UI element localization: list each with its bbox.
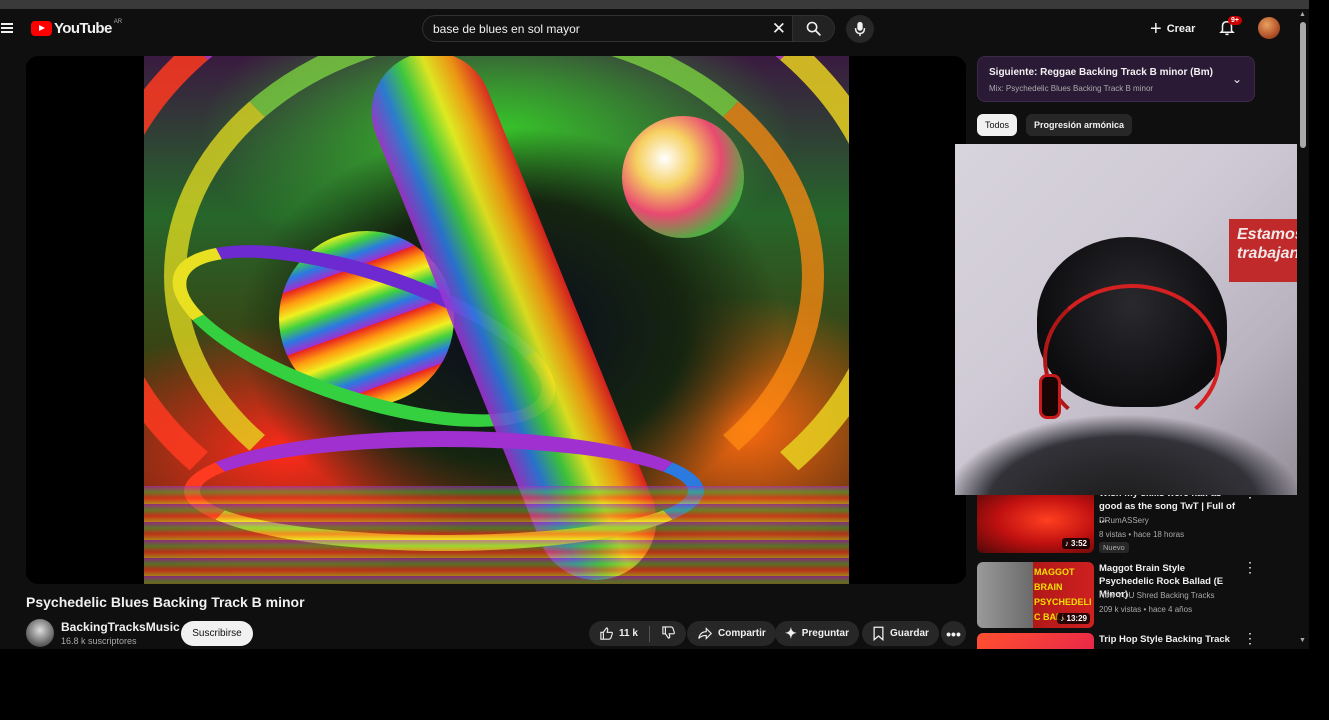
duration-badge: ♪ 13:29 [1057, 613, 1090, 624]
recommendation-item[interactable]: MAGGOT BRAIN PSYCHEDELIC BALL ♪ 13:29 Ma… [977, 560, 1257, 628]
account-avatar[interactable] [1258, 17, 1280, 39]
plus-icon: + [1150, 18, 1162, 40]
webcam-overlay: Estamos trabajando [955, 144, 1309, 495]
video-title: Psychedelic Blues Backing Track B minor [26, 594, 305, 610]
scrollbar-thumb[interactable] [1300, 22, 1306, 148]
video-thumbnail[interactable] [977, 633, 1094, 649]
scroll-down-arrow[interactable]: ▼ [1299, 637, 1306, 644]
more-vertical-icon[interactable]: ⋮ [1243, 560, 1257, 574]
video-frame-psychedelic-art [144, 56, 849, 584]
channel-name[interactable]: BackingTracksMusic [61, 620, 180, 634]
page-scrollbar[interactable]: ▲ ▼ [1297, 9, 1309, 649]
save-button[interactable]: Guardar [862, 621, 939, 646]
search-button[interactable] [793, 15, 835, 42]
recommendation-channel[interactable]: DRumASSery [1099, 516, 1149, 525]
sparkle-icon: ✦ [785, 625, 797, 641]
ask-label: Preguntar [801, 628, 849, 639]
recommendation-meta: 209 k vistas • hace 4 años [1099, 605, 1193, 614]
menu-icon[interactable] [1, 23, 13, 33]
youtube-page: YouTube AR base de blues en sol mayor ✕ … [0, 9, 1309, 649]
subscriber-count: 16.8 k suscriptores [61, 636, 137, 646]
more-horizontal-icon: ••• [946, 625, 961, 642]
youtube-play-icon [31, 21, 52, 36]
recommendation-channel[interactable]: Now YOU Shred Backing Tracks [1099, 591, 1214, 600]
up-next-mix: Mix: Psychedelic Blues Backing Track B m… [989, 84, 1154, 93]
country-code: AR [113, 18, 123, 25]
duration-badge: ♪ 3:52 [1061, 538, 1090, 549]
recommendation-item[interactable]: Trip Hop Style Backing Track ⋮ [977, 631, 1257, 649]
thumbs-up-icon [600, 627, 613, 640]
chip-todos[interactable]: Todos [977, 114, 1018, 136]
more-vertical-icon[interactable]: ⋮ [1243, 631, 1257, 645]
share-label: Compartir [718, 628, 766, 639]
headphone-cup [1039, 374, 1061, 419]
like-button[interactable]: 11 k [599, 626, 638, 641]
notification-badge: 9+ [1228, 16, 1242, 25]
share-icon [698, 627, 713, 640]
video-thumbnail[interactable]: MAGGOT BRAIN PSYCHEDELIC BALL ♪ 13:29 [977, 562, 1094, 628]
like-divider [648, 625, 650, 642]
video-thumbnail[interactable]: ♪ 3:52 [977, 487, 1094, 553]
create-button[interactable]: + Crear [1150, 17, 1195, 41]
notifications-button[interactable]: 9+ [1218, 16, 1242, 40]
new-badge: Nuevo [1099, 542, 1129, 553]
subscribe-button[interactable]: Suscribirse [181, 621, 253, 646]
dislike-button[interactable] [661, 625, 676, 643]
like-dislike-group: 11 k [589, 621, 686, 646]
thumbs-down-icon [662, 625, 675, 639]
logo-text: YouTube [54, 20, 112, 37]
recommendation-title[interactable]: Trip Hop Style Backing Track [1099, 633, 1239, 646]
microphone-icon [854, 21, 866, 37]
recommendation-item[interactable]: ♪ 3:52 Wish my skills were half as good … [977, 485, 1257, 553]
chip-progresion-armonica[interactable]: Progresión armónica [1026, 114, 1133, 136]
chevron-down-icon[interactable]: ⌄ [1232, 72, 1242, 86]
black-bottom-area [0, 649, 1329, 720]
recommendation-meta: 8 vistas • hace 18 horas [1099, 530, 1185, 539]
scroll-up-arrow[interactable]: ▲ [1299, 11, 1306, 18]
channel-avatar[interactable] [26, 619, 54, 647]
bookmark-icon [873, 626, 884, 641]
video-player[interactable] [26, 56, 966, 584]
youtube-logo[interactable]: YouTube AR [31, 18, 123, 37]
clear-search-icon[interactable]: ✕ [772, 19, 786, 39]
like-count: 11 k [619, 628, 638, 639]
ask-button[interactable]: ✦ Preguntar [775, 621, 859, 646]
headphones [1043, 284, 1221, 434]
search-input[interactable]: base de blues en sol mayor ✕ [422, 15, 793, 42]
search-icon [806, 21, 821, 36]
up-next-panel[interactable]: Siguiente: Reggae Backing Track B minor … [977, 56, 1255, 102]
share-button[interactable]: Compartir [687, 621, 776, 646]
create-label: Crear [1166, 23, 1196, 35]
up-next-title: Siguiente: Reggae Backing Track B minor … [989, 67, 1213, 78]
browser-top-strip [0, 0, 1309, 9]
more-actions-button[interactable]: ••• [941, 621, 966, 646]
search-value[interactable]: base de blues en sol mayor [433, 22, 772, 36]
voice-search-button[interactable] [846, 15, 874, 43]
save-label: Guardar [890, 628, 929, 639]
